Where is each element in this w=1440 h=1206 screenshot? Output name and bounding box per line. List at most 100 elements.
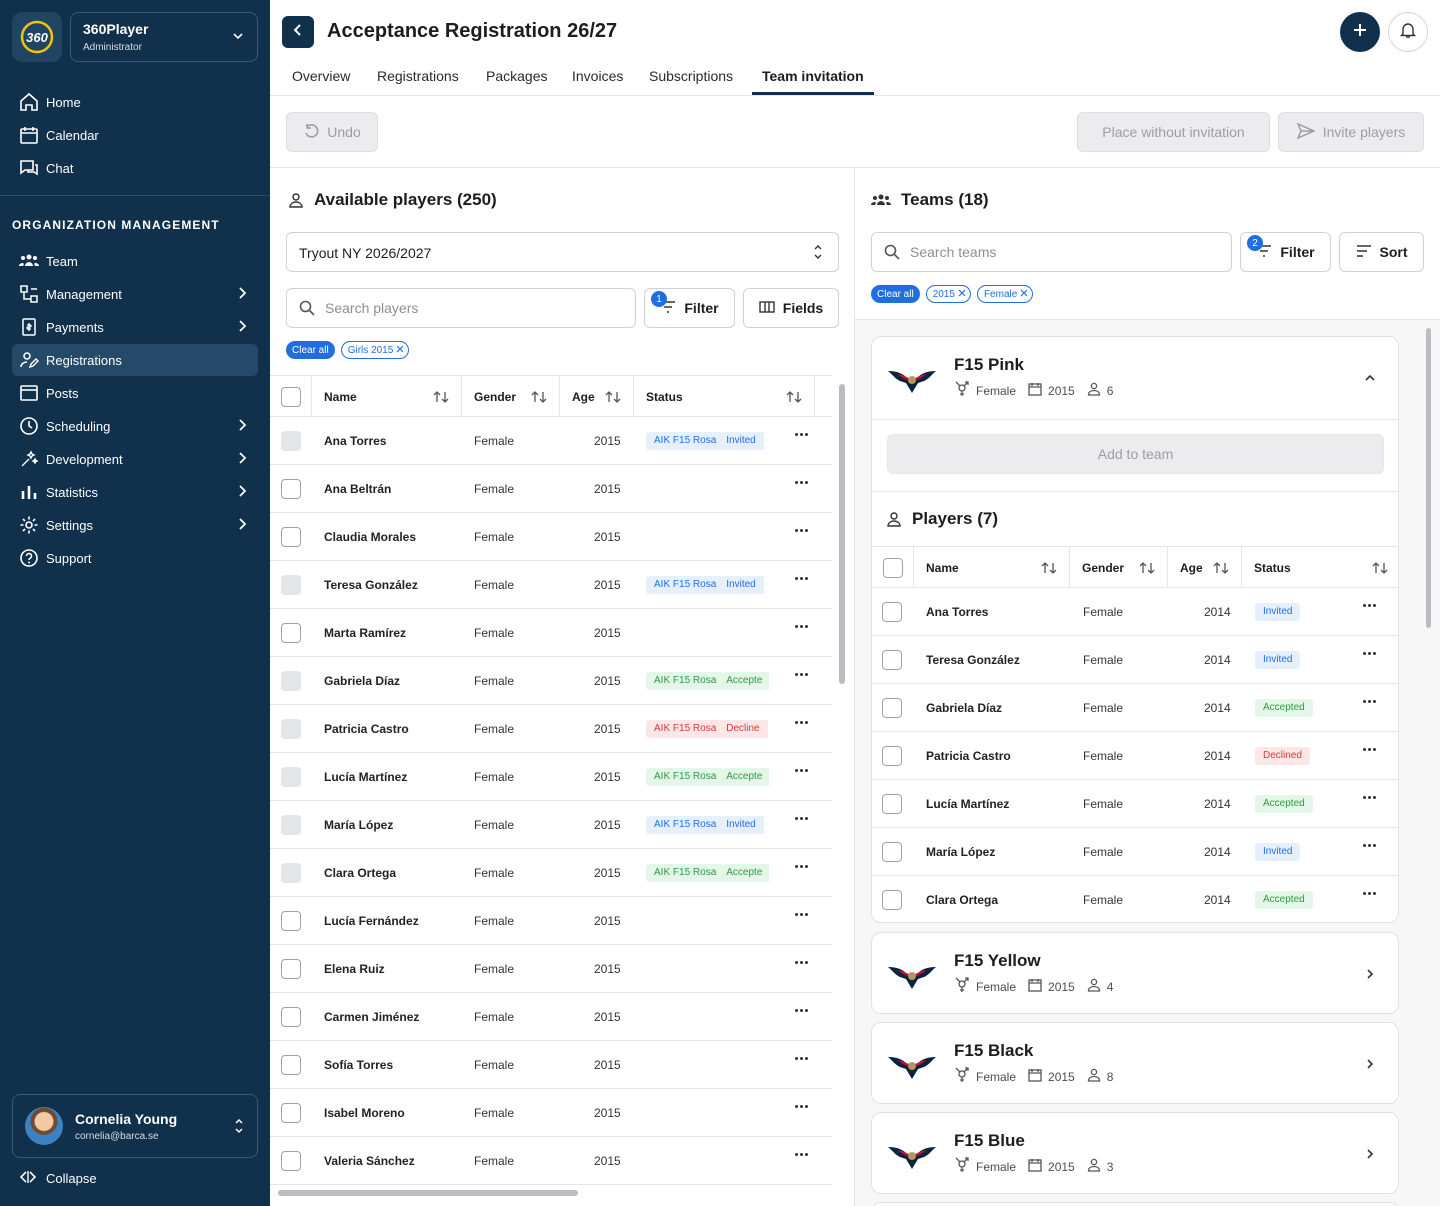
more-options-icon[interactable] (795, 1009, 808, 1012)
team-card[interactable]: F15 Blue Female 2015 3 (871, 1112, 1399, 1194)
sidebar-item-registrations[interactable]: Registrations (12, 344, 258, 376)
column-gender[interactable]: Gender (462, 376, 560, 417)
column-name[interactable]: Name (312, 376, 462, 417)
team-card-header[interactable]: F15 Pink Female 2015 6 (872, 337, 1398, 419)
clear-all-chip[interactable]: Clear all (871, 285, 920, 303)
sidebar-item-home[interactable]: Home (12, 86, 258, 118)
team-card-header[interactable]: F15 Black Female 2015 8 (872, 1023, 1398, 1103)
close-icon[interactable] (958, 289, 966, 300)
more-options-icon[interactable] (795, 913, 808, 916)
more-options-icon[interactable] (795, 577, 808, 580)
teams-vertical-scrollbar[interactable] (1426, 328, 1431, 628)
table-row[interactable]: Claudia Morales Female 2015 (270, 513, 832, 561)
more-options-icon[interactable] (1363, 844, 1376, 847)
sort-button[interactable]: Sort (1339, 232, 1424, 272)
table-row[interactable]: Lucía Martínez Female 2014 Accepted (872, 780, 1398, 828)
table-row[interactable]: Marta Ramírez Female 2015 (270, 609, 832, 657)
more-options-icon[interactable] (795, 529, 808, 532)
table-row[interactable]: Clara Ortega Female 2014 Accepted (872, 876, 1398, 922)
row-checkbox[interactable] (882, 793, 902, 814)
more-options-icon[interactable] (1363, 700, 1376, 703)
notifications-button[interactable] (1388, 12, 1428, 52)
search-teams-input[interactable]: Search teams (871, 232, 1232, 272)
sidebar-item-calendar[interactable]: Calendar (12, 119, 258, 151)
column-status[interactable]: Status (1242, 547, 1398, 588)
table-row[interactable]: Patricia Castro Female 2014 Declined (872, 732, 1398, 780)
filter-button[interactable]: 1 Filter (644, 288, 735, 328)
chevron-right-icon[interactable] (1364, 967, 1376, 985)
more-options-icon[interactable] (795, 625, 808, 628)
sidebar-item-posts[interactable]: Posts (12, 377, 258, 409)
row-checkbox[interactable] (882, 889, 902, 910)
more-options-icon[interactable] (1363, 652, 1376, 655)
tab-invoices[interactable]: Invoices (572, 68, 623, 84)
filter-chip[interactable]: Female (976, 285, 1034, 303)
more-options-icon[interactable] (795, 769, 808, 772)
more-options-icon[interactable] (795, 673, 808, 676)
table-row[interactable]: Ana Torres Female 2015 AIK F15 Rosa Invited (270, 417, 832, 465)
horizontal-scrollbar[interactable] (278, 1190, 578, 1196)
row-checkbox[interactable] (882, 841, 902, 862)
more-options-icon[interactable] (1363, 796, 1376, 799)
tab-registrations[interactable]: Registrations (377, 68, 459, 84)
row-checkbox[interactable] (281, 958, 301, 979)
table-row[interactable]: Teresa González Female 2014 Invited (872, 636, 1398, 684)
table-row[interactable]: Carmen Jiménez Female 2015 (270, 993, 832, 1041)
table-row[interactable]: Gabriela Díaz Female 2014 Accepted (872, 684, 1398, 732)
more-options-icon[interactable] (1363, 748, 1376, 751)
table-row[interactable]: María López Female 2014 Invited (872, 828, 1398, 876)
user-switcher[interactable]: Cornelia Young cornelia@barca.se (12, 1094, 258, 1158)
sidebar-item-development[interactable]: Development (12, 443, 258, 475)
team-card-header[interactable]: F15 Yellow Female 2015 4 (872, 933, 1398, 1013)
table-row[interactable]: Valeria Sánchez Female 2015 (270, 1137, 832, 1185)
more-options-icon[interactable] (795, 1153, 808, 1156)
invite-players-button[interactable]: Invite players (1278, 112, 1424, 152)
add-to-team-button[interactable]: Add to team (887, 434, 1384, 474)
more-options-icon[interactable] (795, 865, 808, 868)
column-gender[interactable]: Gender (1070, 547, 1168, 588)
row-checkbox[interactable] (882, 745, 902, 766)
sidebar-item-team[interactable]: Team (12, 245, 258, 277)
row-checkbox[interactable] (281, 478, 301, 499)
collapse-button[interactable]: Collapse (19, 1170, 97, 1187)
tab-overview[interactable]: Overview (292, 68, 350, 84)
table-row[interactable]: Lucía Fernández Female 2015 (270, 897, 832, 945)
more-options-icon[interactable] (795, 433, 808, 436)
table-row[interactable]: Sofía Torres Female 2015 (270, 1041, 832, 1089)
sidebar-item-payments[interactable]: Payments (12, 311, 258, 343)
table-row[interactable]: Isabel Moreno Female 2015 (270, 1089, 832, 1137)
chevron-right-icon[interactable] (1364, 1057, 1376, 1075)
back-button[interactable] (282, 16, 314, 48)
sidebar-item-support[interactable]: Support (12, 542, 258, 574)
org-switcher[interactable]: 360 360Player Administrator (12, 12, 258, 62)
row-checkbox[interactable] (281, 1006, 301, 1027)
sidebar-item-scheduling[interactable]: Scheduling (12, 410, 258, 442)
column-name[interactable]: Name (914, 547, 1070, 588)
table-row[interactable]: Lucía Martínez Female 2015 AIK F15 Rosa Acce… (270, 753, 832, 801)
row-checkbox[interactable] (882, 697, 902, 718)
table-row[interactable]: Patricia Castro Female 2015 AIK F15 Rosa Dec… (270, 705, 832, 753)
tab-subscriptions[interactable]: Subscriptions (649, 68, 733, 84)
place-without-invitation-button[interactable]: Place without invitation (1077, 112, 1270, 152)
table-row[interactable]: Ana Torres Female 2014 Invited (872, 588, 1398, 636)
more-options-icon[interactable] (1363, 604, 1376, 607)
more-options-icon[interactable] (795, 721, 808, 724)
tryout-select[interactable]: Tryout NY 2026/2027 (286, 232, 839, 272)
row-checkbox[interactable] (281, 526, 301, 547)
fields-button[interactable]: Fields (743, 288, 839, 328)
filter-chip[interactable]: Girls 2015 (340, 341, 410, 359)
row-checkbox[interactable] (281, 910, 301, 931)
org-select[interactable]: 360Player Administrator (70, 12, 258, 62)
team-card[interactable]: F15 Black Female 2015 8 (871, 1022, 1399, 1104)
more-options-icon[interactable] (795, 1057, 808, 1060)
filter-chip[interactable]: 2015 (925, 285, 971, 303)
row-checkbox[interactable] (281, 1150, 301, 1171)
column-status[interactable]: Status (634, 376, 815, 417)
team-card-header[interactable]: F15 Blue Female 2015 3 (872, 1113, 1398, 1193)
table-row[interactable]: Teresa González Female 2015 AIK F15 Rosa Inv… (270, 561, 832, 609)
add-button[interactable] (1340, 12, 1380, 52)
tab-packages[interactable]: Packages (486, 68, 547, 84)
more-options-icon[interactable] (795, 817, 808, 820)
vertical-scrollbar[interactable] (839, 384, 845, 684)
search-players-input[interactable]: Search players (286, 288, 636, 328)
